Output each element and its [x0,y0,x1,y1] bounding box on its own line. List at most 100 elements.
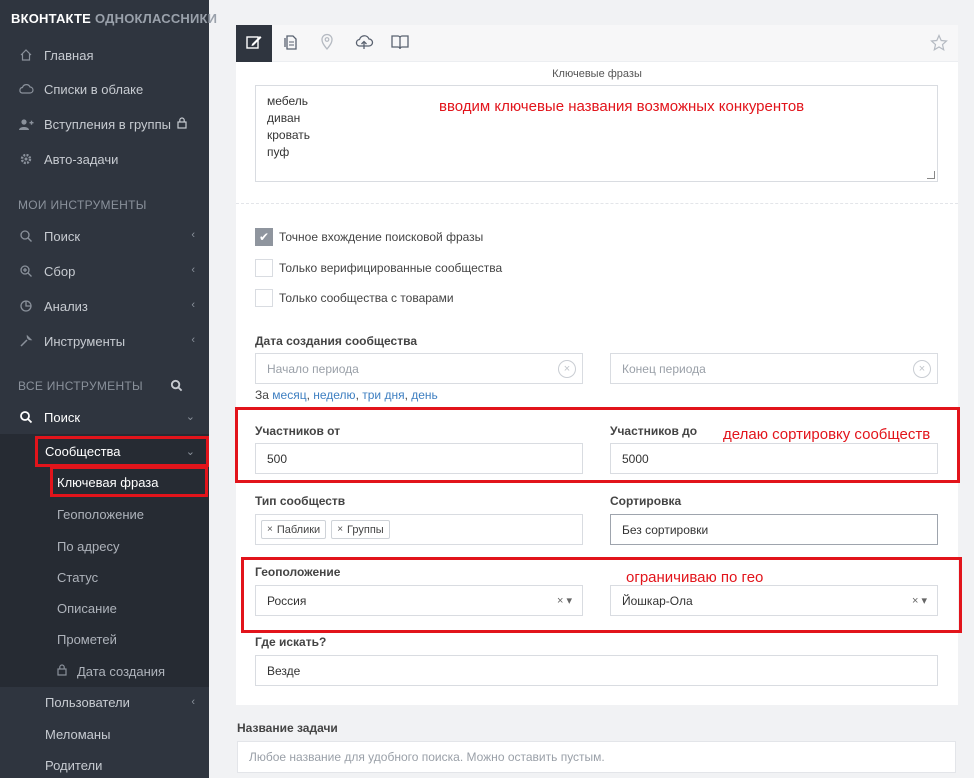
sidebar-item-label: Вступления в группы [44,116,171,132]
resize-handle[interactable] [927,171,935,179]
sidebar-sub-item-label: Статус [57,569,99,585]
sidebar-item-analysis[interactable]: Анализ ‹ [0,289,209,323]
sidebar-sub-item-label: По адресу [57,538,120,554]
brand: ВКОНТАКТЕ ОДНОКЛАССНИКИ [0,0,217,38]
period-link-week[interactable]: неделю [313,388,355,402]
where-label: Где искать? [255,635,327,649]
lock-icon [177,116,187,132]
sidebar-item-label: Списки в облаке [44,81,144,97]
sidebar-item-group-joins[interactable]: Вступления в группы [0,107,209,141]
sidebar-item-music-lovers[interactable]: Меломаны [0,718,209,750]
sidebar-item-label: Поиск [44,228,81,244]
wrench-icon [18,333,34,349]
sidebar-item-auto-tasks[interactable]: Авто-задачи [0,142,209,176]
checkbox-label: Только сообщества с товарами [279,291,454,305]
lock-icon [57,664,67,679]
checkbox-exact-match[interactable]: ✔ Точное вхождение поисковой фразы [255,227,483,247]
location-tab[interactable] [309,25,345,62]
keyword-line: пуф [267,145,290,159]
chevron-left-icon: ‹ [191,334,195,346]
sidebar-item-label: Авто-задачи [44,151,119,167]
documents-tab[interactable] [273,25,309,62]
checkbox-label: Точное вхождение поисковой фразы [279,230,484,244]
cloud-upload-tab[interactable] [346,25,382,62]
remove-tag-icon[interactable]: × [337,524,343,535]
sidebar-item-home[interactable]: Главная [0,38,209,72]
edit-tab[interactable] [236,25,272,62]
sidebar-item-all-search[interactable]: Поиск ⌄ [0,400,209,434]
clear-icon[interactable]: × [558,360,576,378]
chevron-left-icon: ‹ [191,696,195,708]
creation-date-label: Дата создания сообщества [255,334,417,348]
task-name-label: Название задачи [237,721,338,735]
cloud-upload-icon [354,33,374,54]
sidebar-item-parents[interactable]: Родители [0,749,209,778]
sidebar-sub-item-label: Описание [57,600,117,616]
my-tools-heading: МОИ ИНСТРУМЕНТЫ [18,198,147,212]
where-select[interactable]: Везде [255,655,938,686]
sidebar-sub-item-label: Прометей [57,631,117,647]
chevron-left-icon: ‹ [191,299,195,311]
period-link-month[interactable]: месяц [272,388,306,402]
brand-odnoklassniki[interactable]: ОДНОКЛАССНИКИ [95,11,217,26]
period-link-day[interactable]: день [411,388,438,402]
date-end-input[interactable]: Конец периода × [610,353,938,384]
search-icon[interactable] [170,379,183,395]
brand-vkontakte[interactable]: ВКОНТАКТЕ [11,11,91,26]
sidebar-sub-item-geo[interactable]: Геоположение [0,499,209,529]
check-icon[interactable]: ✔ [255,228,273,246]
where-value: Везде [267,663,301,678]
clear-icon[interactable]: × [913,360,931,378]
sidebar-sub-item-label: Геоположение [57,506,145,522]
highlight-members [235,407,960,483]
sidebar-item-label: Родители [45,757,103,773]
date-end-placeholder: Конец периода [622,361,706,376]
sidebar-item-collect[interactable]: Сбор ‹ [0,254,209,288]
highlight-communities [35,436,209,467]
checkbox-verified-only[interactable]: Только верифицированные сообщества [255,258,502,278]
checkbox-label: Только верифицированные сообщества [279,261,503,275]
highlight-keyword [50,466,208,497]
tag-label: Паблики [276,523,321,536]
sidebar-sub-item-address[interactable]: По адресу [0,531,209,561]
sidebar-item-label: Пользователи [45,694,130,710]
sidebar-sub-item-status[interactable]: Статус [0,562,209,592]
community-type-select[interactable]: × Паблики × Группы [255,514,583,545]
star-icon[interactable] [930,34,948,55]
sidebar: ВКОНТАКТЕ ОДНОКЛАССНИКИ Главная Списки в … [0,0,217,778]
period-links: За месяц, неделю, три дня, день [255,388,438,402]
sidebar-item-tools[interactable]: Инструменты ‹ [0,324,209,358]
divider [236,203,958,204]
sidebar-item-users[interactable]: Пользователи ‹ [0,686,209,718]
sidebar-item-label: Инструменты [44,333,126,349]
checkbox[interactable] [255,289,273,307]
date-start-input[interactable]: Начало периода × [255,353,583,384]
tag-publics[interactable]: × Паблики [261,520,327,539]
keywords-caption: Ключевые фразы [552,68,642,80]
period-prefix: За [255,388,269,402]
checkbox-with-goods[interactable]: Только сообщества с товарами [255,288,454,308]
task-name-input[interactable]: Любое название для удобного поиска. Можн… [237,741,956,773]
book-icon [390,33,410,54]
all-tools-heading: ВСЕ ИНСТРУМЕНТЫ [18,379,143,393]
sidebar-item-search[interactable]: Поиск ‹ [0,219,209,253]
sidebar-sub-item-creation-date[interactable]: Дата создания [0,656,209,686]
sort-select[interactable]: Без сортировки [610,514,938,545]
sidebar-item-label: Поиск [44,409,81,425]
map-pin-icon [319,33,335,54]
sidebar-item-cloud-lists[interactable]: Списки в облаке [0,72,209,106]
task-name-placeholder: Любое название для удобного поиска. Можн… [249,750,605,764]
highlight-geo [241,557,962,633]
tag-groups[interactable]: × Группы [331,520,390,539]
sort-label: Сортировка [610,494,682,508]
book-tab[interactable] [382,25,418,62]
date-start-placeholder: Начало периода [267,361,359,376]
remove-tag-icon[interactable]: × [267,524,273,535]
sidebar-sub-item-description[interactable]: Описание [0,593,209,623]
pie-chart-icon [18,298,34,314]
sidebar-sub-item-prometheus[interactable]: Прометей [0,624,209,654]
period-link-three-days[interactable]: три дня [362,388,404,402]
sidebar-item-label: Сбор [44,263,76,279]
zoom-plus-icon [18,263,34,279]
checkbox[interactable] [255,259,273,277]
